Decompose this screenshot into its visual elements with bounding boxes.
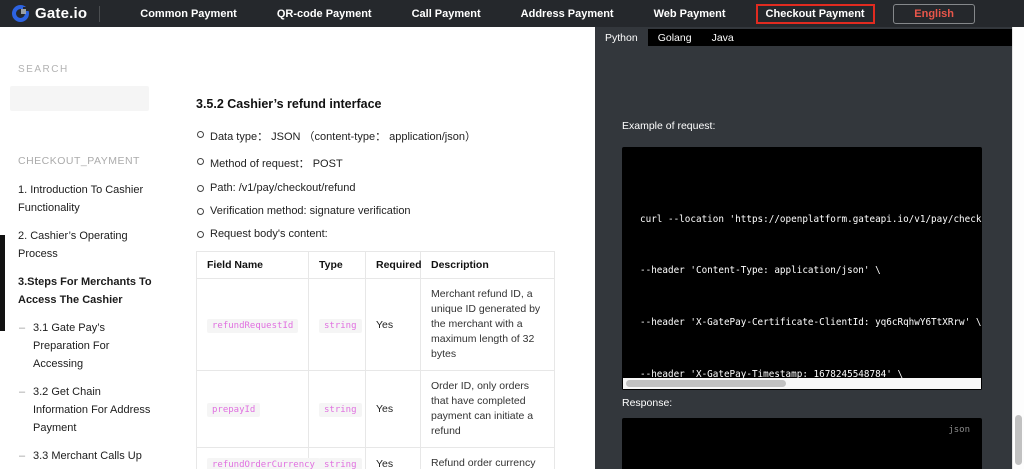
- vertical-scrollbar-thumb[interactable]: [1015, 415, 1022, 465]
- search-input[interactable]: [10, 86, 149, 111]
- field-name-chip: refundRequestId: [207, 318, 299, 333]
- nav-item[interactable]: Checkout Payment: [755, 3, 875, 24]
- vertical-scrollbar[interactable]: [1012, 27, 1024, 469]
- request-example-label: Example of request:: [622, 120, 716, 132]
- field-type-chip: string: [319, 318, 362, 333]
- api-spec-item: Path: /v1/pay/checkout/refund: [196, 182, 567, 194]
- field-required-cell: Yes: [365, 447, 421, 469]
- api-spec-item: Data type： JSON （content-type： applicati…: [196, 128, 567, 144]
- horizontal-scrollbar[interactable]: [623, 378, 981, 389]
- field-type-chip: string: [319, 457, 362, 469]
- request-fields-table: Field Name Type Required Description refund…: [196, 251, 555, 469]
- response-label: Response:: [622, 397, 673, 409]
- sidebar-item[interactable]: 3.2 Get Chain Information For Address Pa…: [18, 383, 155, 437]
- sidebar-section-label: CHECKOUT_PAYMENT: [18, 155, 140, 167]
- sidebar-item[interactable]: 1. Introduction To Cashier Functionality: [18, 181, 155, 217]
- gateio-logo-icon: [12, 5, 29, 22]
- gateio-logo[interactable]: Gate.io: [0, 5, 87, 22]
- nav-item[interactable]: Call Payment: [402, 4, 491, 24]
- field-description-cell: Merchant refund ID, a unique ID generate…: [420, 278, 555, 371]
- page-layout: SEARCH CHECKOUT_PAYMENT 1. Introduction …: [0, 27, 1024, 469]
- table-header-cell: Field Name: [196, 251, 309, 279]
- table-body: refundRequestId string Yes Merchant refu…: [196, 278, 555, 469]
- table-row: refundRequestId string Yes Merchant refu…: [196, 278, 555, 371]
- page-title: 3.5.2 Cashier’s refund interface: [196, 97, 382, 111]
- field-description-cell: Refund order currency: [420, 447, 555, 469]
- gateio-logo-text: Gate.io: [35, 5, 88, 22]
- language-tab[interactable]: Java: [702, 29, 744, 46]
- request-code: curl --location 'https://openplatform.ga…: [622, 147, 982, 390]
- api-spec-item: Request body's content:: [196, 228, 567, 240]
- nav-item[interactable]: Web Payment: [644, 4, 736, 24]
- response-language-badge: json: [948, 425, 970, 435]
- response-code: { "status": "SUCCESS",: [622, 418, 982, 469]
- nav-items: Common Payment QR-code Payment Call Paym…: [120, 3, 884, 24]
- language-button[interactable]: English: [893, 3, 975, 24]
- sidebar-item[interactable]: 3.1 Gate Pay’s Preparation For Accessing: [18, 319, 155, 373]
- nav-item[interactable]: QR-code Payment: [267, 4, 382, 24]
- sidebar-item[interactable]: 3.Steps For Merchants To Access The Cash…: [18, 273, 155, 309]
- table-row: refundOrderCurrency string Yes Refund or…: [196, 447, 555, 469]
- table-header-cell: Required: [365, 251, 422, 279]
- sidebar-toc: 1. Introduction To Cashier Functionality…: [0, 181, 163, 469]
- code-text: --header 'Content-Type: application/json…: [640, 265, 881, 277]
- code-line: --header 'X-GatePay-Certificate-ClientId…: [640, 317, 982, 330]
- api-spec-item: Method of request： POST: [196, 155, 567, 171]
- api-spec-item: Verification method: signature verificat…: [196, 205, 567, 217]
- sidebar: SEARCH CHECKOUT_PAYMENT 1. Introduction …: [0, 27, 163, 469]
- request-code-block: curl --location 'https://openplatform.ga…: [622, 147, 982, 390]
- field-type-chip: string: [319, 403, 362, 417]
- field-description-cell: Order ID, only orders that have complete…: [420, 370, 555, 448]
- nav-item[interactable]: Address Payment: [511, 4, 624, 24]
- nav-item[interactable]: Common Payment: [130, 4, 247, 24]
- api-spec-list: Data type： JSON （content-type： applicati…: [196, 128, 567, 240]
- field-name-chip: prepayId: [207, 403, 261, 417]
- code-example-panel: Python Golang Java Example of request: c…: [595, 27, 1012, 469]
- language-tab[interactable]: Golang: [648, 29, 702, 46]
- response-code-block: json { "status": "SUCCESS",: [622, 418, 982, 469]
- code-text: curl --location 'https://openplatform.ga…: [640, 213, 982, 225]
- sidebar-scrollbar-thumb[interactable]: [0, 235, 5, 331]
- field-required-cell: Yes: [365, 370, 421, 448]
- code-line: --header 'Content-Type: application/json…: [640, 265, 982, 278]
- top-navigation-bar: Gate.io Common Payment QR-code Payment C…: [0, 0, 1024, 27]
- code-text: --header 'X-GatePay-Certificate-ClientId…: [640, 316, 982, 328]
- code-line: curl --location 'https://openplatform.ga…: [640, 214, 982, 227]
- search-label: SEARCH: [18, 64, 69, 75]
- doc-content: 3.5.2 Cashier’s refund interface Data ty…: [163, 27, 595, 469]
- sidebar-item[interactable]: 3.3 Merchant Calls Up Gate Pay Cashier: [18, 447, 155, 469]
- table-header-row: Field Name Type Required Description: [196, 251, 555, 279]
- field-required-cell: Yes: [365, 278, 421, 371]
- language-tabs: Python Golang Java: [595, 29, 1012, 46]
- field-name-chip: refundOrderCurrency: [207, 457, 320, 469]
- table-header-cell: Description: [420, 251, 555, 279]
- sidebar-item[interactable]: 2. Cashier’s Operating Process: [18, 227, 155, 263]
- language-tab[interactable]: Python: [595, 29, 648, 46]
- table-header-cell: Type: [308, 251, 366, 279]
- horizontal-scrollbar-thumb[interactable]: [626, 380, 786, 387]
- nav-divider: [99, 5, 101, 22]
- table-row: prepayId string Yes Order ID, only order…: [196, 370, 555, 448]
